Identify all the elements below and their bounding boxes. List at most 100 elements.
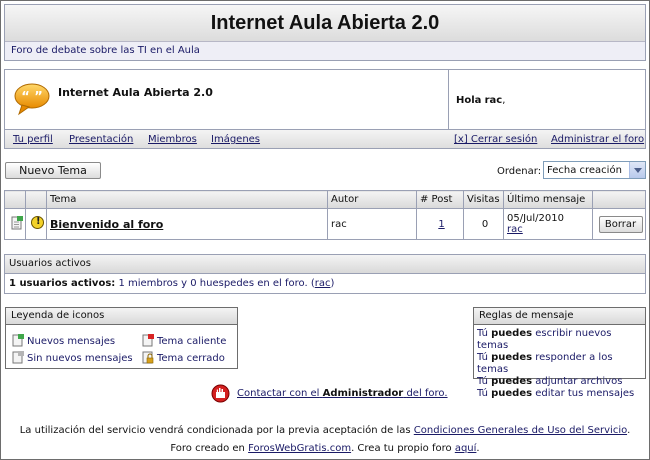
page-title: Internet Aula Abierta 2.0 (5, 5, 645, 42)
legend-item: Tema cerrado (142, 351, 225, 364)
posts-cell: 1 (416, 208, 464, 240)
hot-topic-icon (142, 334, 154, 347)
legend-header: Leyenda de iconos (6, 308, 237, 325)
visits-cell: 0 (463, 208, 504, 240)
posting-rules-box: Reglas de mensaje Tú puedes escribir nue… (473, 307, 646, 399)
last-message-cell: 05/Jul/2010 rac (503, 208, 593, 240)
header-topic: Tema (46, 190, 328, 209)
author-cell: rac (327, 208, 417, 240)
icon-legend-box: Leyenda de iconos Nuevos mensajes Sin nu… (5, 307, 238, 369)
rule-item: Tú puedes responder a los temas (477, 352, 645, 376)
topic-cell: Bienvenido al foro (46, 208, 328, 240)
header-posts: # Post (416, 190, 464, 209)
active-users-header: Usuarios activos (5, 255, 645, 274)
greeting-prefix: Hola (456, 95, 482, 106)
terms-footer: La utilización del servicio vendrá condi… (0, 425, 650, 436)
nav-members-link[interactable]: Miembros (148, 134, 197, 145)
rule-subject: Tú (477, 388, 488, 399)
legend-label: Sin nuevos mensajes (27, 353, 133, 364)
new-topic-button[interactable]: Nuevo Tema (5, 162, 101, 179)
rule-subject: Tú (477, 376, 488, 387)
rule-permission: puedes (491, 376, 533, 387)
active-users-text: 1 miembros y 0 huespedes en el foro. ( (118, 278, 315, 289)
header-icon-col (4, 190, 26, 209)
forum-header: Internet Aula Abierta 2.0 Foro de debate… (4, 4, 646, 61)
legend-item: Tema caliente (142, 334, 226, 347)
greeting-username: rac (484, 95, 503, 106)
active-users-body: 1 usuarios activos: 1 miembros y 0 huesp… (5, 274, 645, 293)
active-users-box: Usuarios activos 1 usuarios activos: 1 m… (4, 254, 646, 294)
rules-list: Tú puedes escribir nuevos temas Tú puede… (474, 325, 645, 400)
legend-label: Nuevos mensajes (27, 336, 116, 347)
rule-action: editar tus mensajes (535, 388, 635, 399)
create-forum-link[interactable]: aquí (455, 443, 477, 454)
new-messages-icon (12, 334, 24, 347)
table-row: Bienvenido al foro rac 1 0 05/Jul/2010 r… (4, 208, 646, 240)
logout-link[interactable]: [x] Cerrar sesión (454, 134, 537, 145)
forum-info: “ ” Internet Aula Abierta 2.0 (5, 70, 449, 129)
delete-button[interactable]: Borrar (598, 215, 643, 233)
header-actions (592, 190, 646, 209)
forum-name: Internet Aula Abierta 2.0 (58, 86, 213, 99)
rule-permission: puedes (491, 388, 533, 399)
greeting: Hola rac, (456, 95, 505, 106)
last-message-date: 05/Jul/2010 (507, 213, 564, 224)
announcement-icon (31, 216, 44, 229)
greeting-area: Hola rac, (449, 70, 645, 129)
posts-count-link[interactable]: 1 (438, 219, 444, 230)
rule-permission: puedes (491, 328, 533, 339)
rule-item: Tú puedes escribir nuevos temas (477, 328, 645, 352)
credits-period: . (476, 443, 480, 454)
speech-bubble-icon: “ ” (14, 83, 50, 116)
rule-item: Tú puedes adjuntar archivos (477, 376, 645, 388)
header-status-col (25, 190, 47, 209)
admin-forum-link[interactable]: Administrar el foro (551, 134, 644, 145)
header-visits: Visitas (463, 190, 504, 209)
chevron-down-icon[interactable] (629, 162, 645, 178)
nav-images-link[interactable]: Imágenes (211, 134, 260, 145)
lock-icon (142, 351, 154, 364)
credits-mid: . Crea tu propio foro (351, 443, 452, 454)
header-last-message: Último mensaje (503, 190, 593, 209)
no-new-messages-icon (12, 351, 24, 364)
panel-nav: Tu perfil Presentación Miembros Imágenes… (5, 129, 645, 148)
user-panel: “ ” Internet Aula Abierta 2.0 Hola rac, … (4, 69, 646, 149)
order-label: Ordenar: (497, 166, 542, 177)
active-user-link[interactable]: rac (315, 278, 331, 289)
terms-link[interactable]: Condiciones Generales de Uso del Servici… (414, 425, 627, 436)
new-messages-icon (11, 215, 23, 229)
legend-item: Sin nuevos mensajes (12, 351, 133, 364)
contact-admin-link[interactable]: Contactar con el Administrador del foro. (237, 388, 448, 399)
contact-post: del foro. (406, 388, 448, 399)
rule-permission: puedes (491, 352, 533, 363)
legend-label: Tema cerrado (157, 353, 225, 364)
last-message-user-link[interactable]: rac (507, 224, 523, 235)
active-users-count: 1 usuarios activos: (9, 278, 116, 289)
terms-text: La utilización del servicio vendrá condi… (19, 425, 411, 436)
topic-title-link[interactable]: Bienvenido al foro (50, 218, 163, 231)
rule-item: Tú puedes editar tus mensajes (477, 388, 645, 400)
contact-admin-icon[interactable] (210, 384, 231, 403)
rule-subject: Tú (477, 328, 488, 339)
rule-subject: Tú (477, 352, 488, 363)
actions-cell: Borrar (592, 208, 646, 240)
legend-label: Tema caliente (157, 336, 227, 347)
legend-item: Nuevos mensajes (12, 334, 115, 347)
contact-pre: Contactar con el (237, 388, 320, 399)
page-subtitle: Foro de debate sobre las TI en el Aula (5, 42, 645, 60)
row-icon-cell (4, 208, 26, 240)
topics-table: Tema Autor # Post Visitas Último mensaje… (4, 190, 646, 240)
row-status-cell (25, 208, 47, 240)
nav-profile-link[interactable]: Tu perfil (13, 134, 53, 145)
rule-action: adjuntar archivos (535, 376, 623, 387)
active-users-close: ) (330, 278, 335, 289)
header-author: Autor (327, 190, 417, 209)
credits-text: Foro creado en (170, 443, 245, 454)
nav-presentation-link[interactable]: Presentación (69, 134, 133, 145)
rules-header: Reglas de mensaje (474, 308, 645, 325)
terms-period: . (627, 425, 631, 436)
order-select[interactable]: Fecha creación (543, 161, 646, 179)
order-select-value: Fecha creación (547, 165, 622, 176)
foroswebgratis-link[interactable]: ForosWebGratis.com (248, 443, 351, 454)
contact-bold: Administrador (322, 388, 404, 399)
